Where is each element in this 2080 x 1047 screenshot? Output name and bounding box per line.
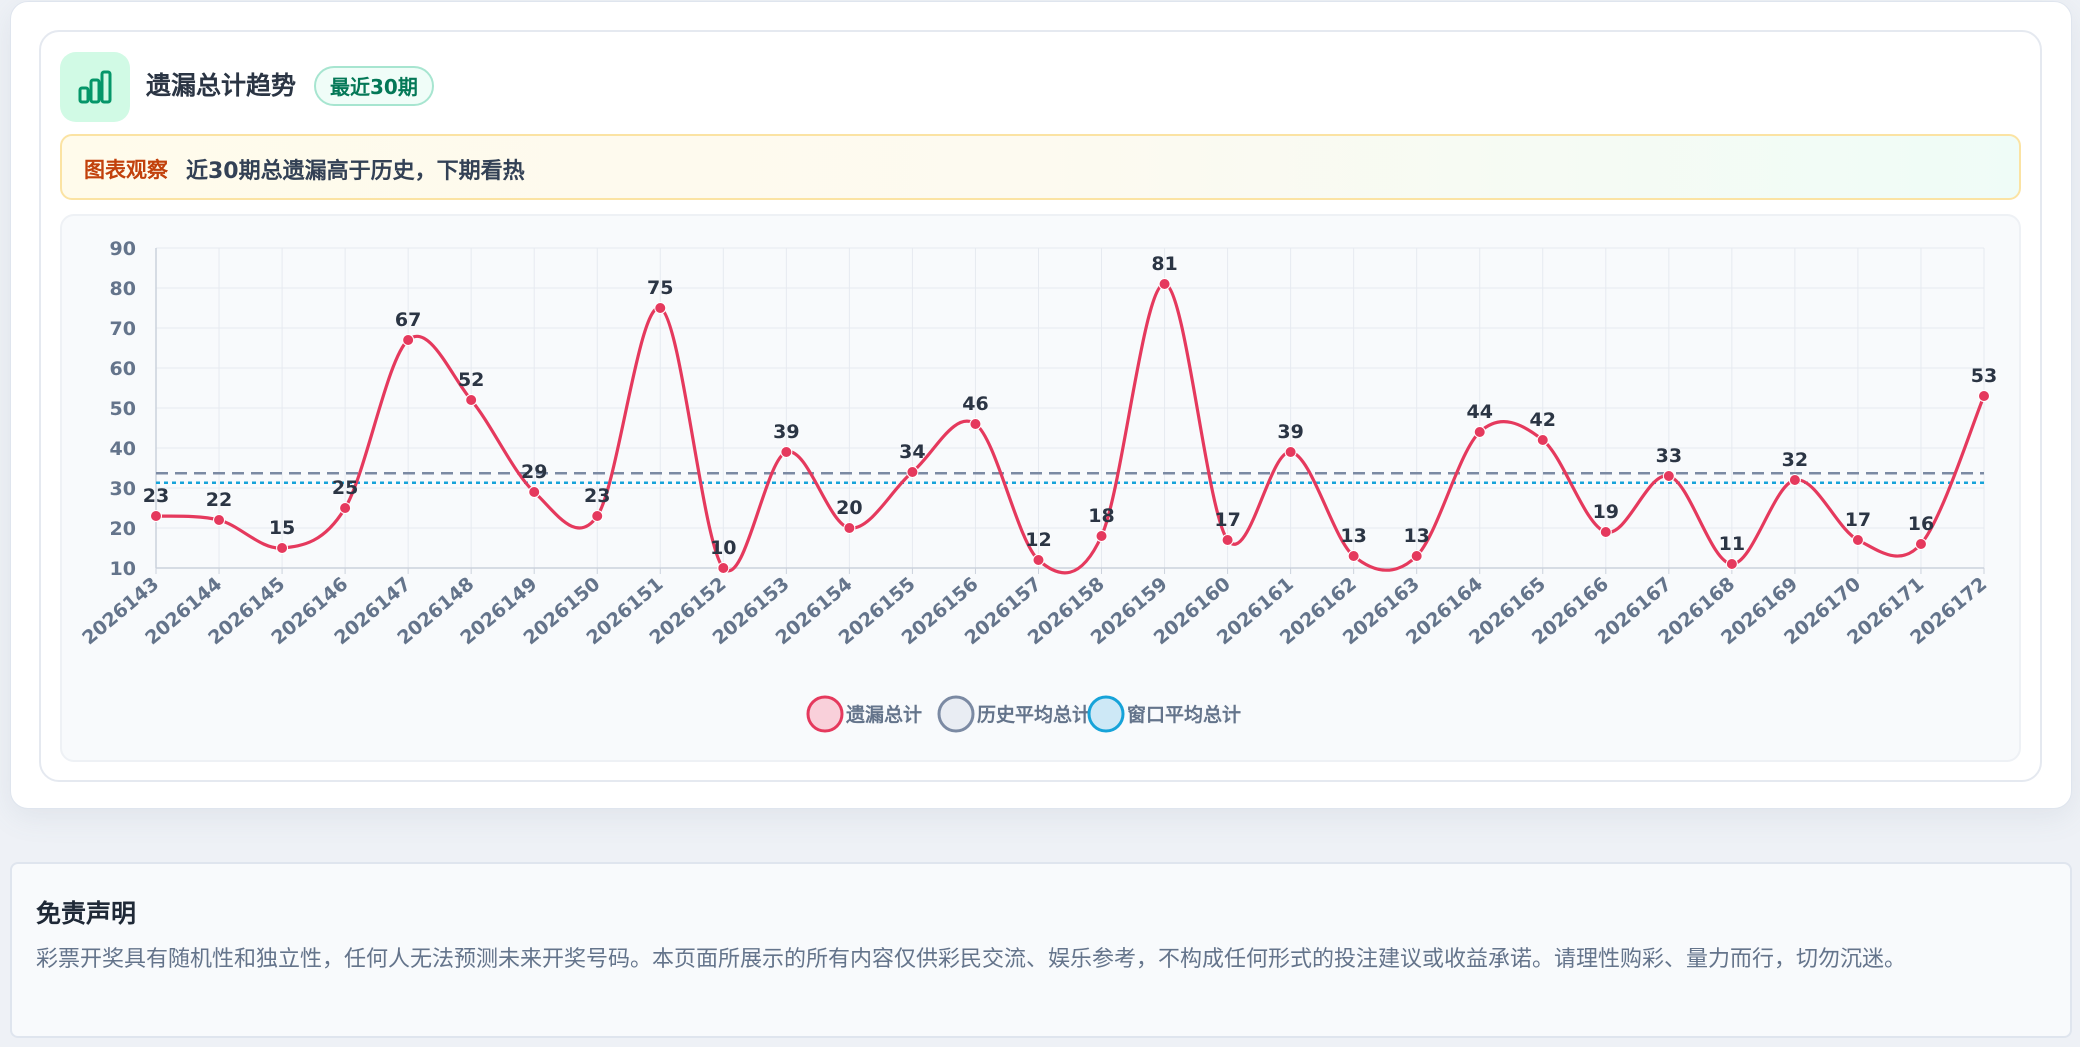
data-label: 16 [1908,513,1934,535]
legend-label: 遗漏总计 [845,703,922,726]
data-point [1158,278,1171,290]
data-label: 11 [1719,533,1745,555]
data-label: 15 [269,517,295,539]
period-badge: 最近30期 [314,66,434,106]
data-point [1978,390,1990,402]
data-point [1410,550,1423,562]
data-point [1095,530,1108,542]
data-label: 13 [1340,525,1366,547]
data-point [1788,474,1801,486]
data-label: 10 [710,537,736,559]
data-label: 67 [395,309,421,331]
data-point [1851,534,1864,546]
data-label: 52 [458,369,484,391]
data-label: 17 [1214,509,1240,531]
data-label: 17 [1845,509,1871,531]
data-label: 22 [206,489,232,511]
data-label: 23 [143,485,169,507]
observation-banner: 图表观察 近30期总遗漏高于历史，下期看热 [60,134,2021,200]
data-label: 25 [332,477,358,499]
legend-marker [806,695,844,733]
data-point [1284,446,1297,458]
y-tick-label: 10 [110,558,136,580]
data-point [843,522,856,534]
data-point [402,334,415,346]
y-tick-label: 60 [110,358,136,380]
legend-marker [937,695,975,733]
data-label: 34 [899,441,925,463]
data-point [276,542,289,554]
data-point [1347,550,1360,562]
y-tick-label: 30 [110,478,136,500]
line-chart: 1020304050607080902026143202614420261452… [78,238,1997,733]
y-tick-label: 80 [110,278,136,300]
data-label: 13 [1403,525,1429,547]
series-line-missing-total [155,282,1986,575]
data-point [213,514,226,526]
data-label: 44 [1466,401,1492,423]
y-tick-label: 20 [110,518,136,540]
legend-label: 历史平均总计 [977,703,1091,726]
data-point [969,418,982,430]
chart-title: 遗漏总计趋势 [146,71,297,100]
disclaimer-text: 彩票开奖具有随机性和独立性，任何人无法预测未来开奖号码。本页面所展示的所有内容仅… [36,947,1907,972]
data-point [1725,558,1738,570]
data-point [1536,434,1549,446]
data-point [1599,526,1612,538]
chart-panel: 10 20 30 40 50 60 70 80 90 2026143 2026144 2026145 2… [60,214,2021,762]
data-label: 23 [584,485,610,507]
data-label: 29 [521,461,547,483]
data-point [1662,470,1675,482]
bar-chart-icon [60,52,130,122]
data-label: 19 [1593,501,1619,523]
data-label: 32 [1782,449,1808,471]
y-tick-label: 90 [110,238,136,260]
data-point [717,562,730,574]
y-tick-label: 40 [110,438,136,460]
data-label: 18 [1088,505,1114,527]
data-point [1032,554,1045,566]
data-label: 39 [773,421,799,443]
disclaimer-title: 免责声明 [36,899,137,928]
data-label: 53 [1971,365,1997,387]
data-label: 42 [1530,409,1556,431]
data-point [1914,538,1927,550]
data-point [1221,534,1234,546]
data-label: 12 [1025,529,1051,551]
legend-label: 窗口平均总计 [1127,703,1241,726]
data-label: 20 [836,497,862,519]
data-point [1473,426,1486,438]
data-label: 39 [1277,421,1303,443]
data-point [150,510,162,522]
data-label: 46 [962,393,988,415]
data-label: 75 [647,277,673,299]
data-point [528,486,541,498]
data-point [780,446,793,458]
observation-text: 近30期总遗漏高于历史，下期看热 [186,159,525,184]
y-tick-label: 50 [110,398,136,420]
data-point [339,502,352,514]
observation-label: 图表观察 [84,158,168,182]
data-label: 81 [1151,253,1177,275]
disclaimer-box: 免责声明 彩票开奖具有随机性和独立性，任何人无法预测未来开奖号码。本页面所展示的… [10,862,2072,1038]
legend-marker [1087,695,1125,733]
data-point [906,466,919,478]
y-tick-label: 70 [110,318,136,340]
data-label: 33 [1656,445,1682,467]
data-point [465,394,478,406]
data-point [654,302,667,314]
data-point [591,510,604,522]
